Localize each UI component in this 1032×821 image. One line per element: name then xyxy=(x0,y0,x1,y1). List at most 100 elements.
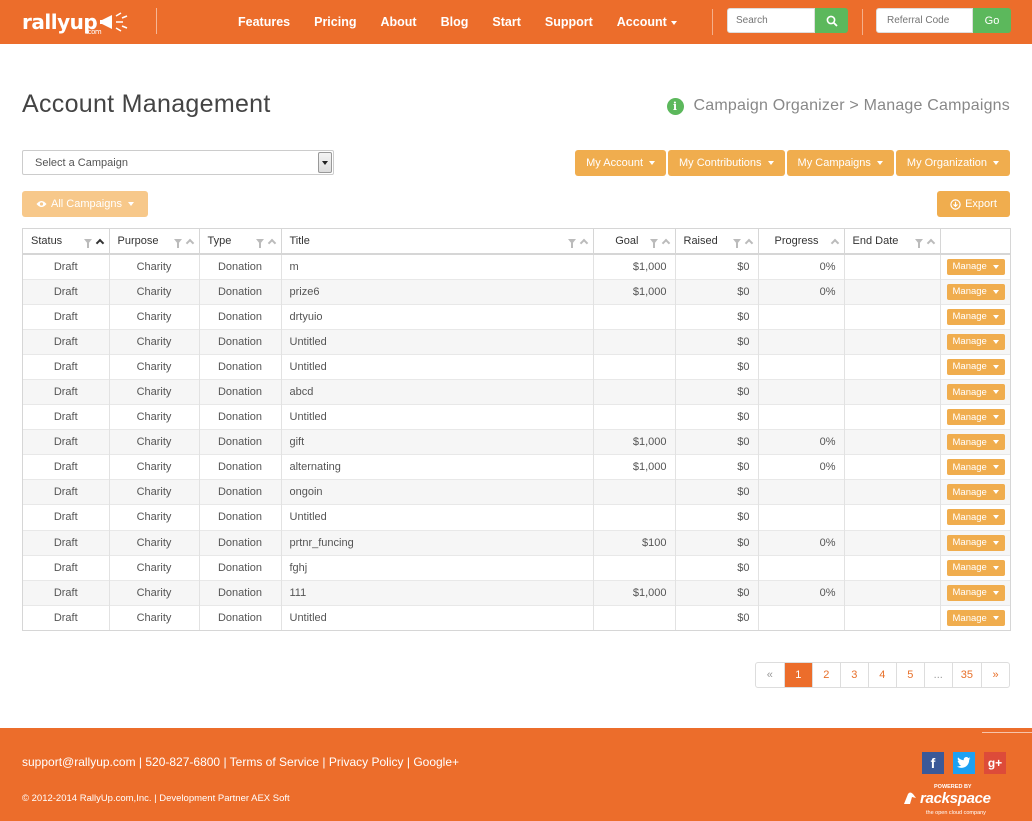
filter-icon[interactable] xyxy=(255,239,264,248)
filter-icon[interactable] xyxy=(567,239,576,248)
select-arrow-icon[interactable] xyxy=(318,152,332,173)
cell-title-link[interactable]: 111 xyxy=(280,579,593,606)
manage-button[interactable]: Manage xyxy=(946,610,1005,627)
sort-icon[interactable] xyxy=(830,238,839,248)
col-progress[interactable]: Progress xyxy=(757,229,844,255)
pagination-page-3[interactable]: 3 xyxy=(839,663,868,687)
nav-start[interactable]: Start xyxy=(492,15,520,29)
caret-down-icon xyxy=(992,616,999,621)
sort-icon[interactable] xyxy=(267,238,276,248)
manage-button[interactable]: Manage xyxy=(946,358,1005,375)
pagination-prev[interactable]: « xyxy=(756,663,784,687)
cell-end-date xyxy=(843,479,940,505)
sort-icon[interactable] xyxy=(661,238,670,248)
my-account-button[interactable]: My Account xyxy=(575,150,666,176)
pagination-page-last[interactable]: 35 xyxy=(951,663,981,687)
manage-button[interactable]: Manage xyxy=(946,434,1005,451)
info-icon[interactable]: i xyxy=(666,97,684,115)
campaign-select[interactable]: Select a Campaign xyxy=(22,150,334,175)
col-purpose[interactable]: Purpose xyxy=(108,229,199,255)
nav-features[interactable]: Features xyxy=(238,15,290,29)
manage-button[interactable]: Manage xyxy=(946,534,1005,551)
footer-privacy-link[interactable]: Privacy Policy xyxy=(329,755,404,769)
cell-end-date xyxy=(843,404,940,430)
rallyup-logo[interactable]: rallyup .com xyxy=(22,8,130,36)
pagination-page-2[interactable]: 2 xyxy=(811,663,840,687)
cell-title-link[interactable]: fghj xyxy=(280,554,593,581)
cell-title-link[interactable]: Untitled xyxy=(280,353,593,380)
cell-title-link[interactable]: abcd xyxy=(280,378,593,405)
caret-down-icon xyxy=(649,161,655,165)
filter-icon[interactable] xyxy=(914,239,923,248)
pagination-page-1[interactable]: 1 xyxy=(783,663,812,687)
manage-button[interactable]: Manage xyxy=(946,308,1005,325)
sort-icon[interactable] xyxy=(926,238,935,248)
cell-title-link[interactable]: alternating xyxy=(280,454,593,480)
sort-icon[interactable] xyxy=(579,238,588,248)
facebook-icon[interactable]: f xyxy=(922,752,944,774)
table-row: Draft Charity Donation Untitled $0 Manage xyxy=(23,353,1010,380)
filter-icon[interactable] xyxy=(83,239,92,248)
col-raised[interactable]: Raised xyxy=(674,229,758,255)
breadcrumb-text[interactable]: Campaign Organizer > Manage Campaigns xyxy=(694,97,1010,115)
footer-terms-link[interactable]: Terms of Service xyxy=(230,755,319,769)
my-organization-label: My Organization xyxy=(906,157,987,169)
pagination-page-5[interactable]: 5 xyxy=(895,663,924,687)
sort-asc-icon[interactable] xyxy=(95,238,104,248)
nav-blog[interactable]: Blog xyxy=(441,15,469,29)
footer-email-link[interactable]: support@rallyup.com xyxy=(22,755,136,769)
col-end-date[interactable]: End Date xyxy=(843,229,940,255)
all-campaigns-filter-button[interactable]: All Campaigns xyxy=(22,191,148,217)
manage-button[interactable]: Manage xyxy=(946,559,1005,576)
manage-button[interactable]: Manage xyxy=(946,509,1005,526)
cell-title-link[interactable]: prtnr_funcing xyxy=(280,529,593,556)
col-status[interactable]: Status xyxy=(23,229,109,255)
manage-button[interactable]: Manage xyxy=(946,333,1005,350)
nav-pricing[interactable]: Pricing xyxy=(314,15,356,29)
cell-title-link[interactable]: Untitled xyxy=(280,328,593,355)
col-goal[interactable]: Goal xyxy=(592,229,675,255)
my-organization-button[interactable]: My Organization xyxy=(895,150,1010,176)
filter-icon[interactable] xyxy=(732,239,741,248)
cell-title-link[interactable]: prize6 xyxy=(280,278,593,305)
manage-button[interactable]: Manage xyxy=(946,384,1005,401)
search-button[interactable] xyxy=(815,8,848,33)
nav-support[interactable]: Support xyxy=(545,15,593,29)
my-campaigns-button[interactable]: My Campaigns xyxy=(786,150,894,176)
pagination-next[interactable]: » xyxy=(981,663,1009,687)
cell-title-link[interactable]: Untitled xyxy=(280,604,593,631)
filter-icon[interactable] xyxy=(649,239,658,248)
my-contributions-button[interactable]: My Contributions xyxy=(668,150,785,176)
search-input[interactable] xyxy=(727,8,815,33)
manage-button[interactable]: Manage xyxy=(946,459,1005,476)
cell-title-link[interactable]: gift xyxy=(280,429,593,455)
col-title[interactable]: Title xyxy=(280,229,593,255)
cell-status: Draft xyxy=(23,579,109,606)
sort-icon[interactable] xyxy=(185,238,194,248)
pagination-page-4[interactable]: 4 xyxy=(867,663,896,687)
cell-title-link[interactable]: drtyuio xyxy=(280,303,593,330)
referral-code-input[interactable] xyxy=(876,8,973,33)
cell-title-link[interactable]: ongoin xyxy=(280,479,593,505)
cell-title-link[interactable]: Untitled xyxy=(280,404,593,430)
export-button[interactable]: Export xyxy=(937,191,1010,217)
sort-icon[interactable] xyxy=(744,238,753,248)
table-row: Draft Charity Donation gift $1,000 $0 0% Manage xyxy=(23,429,1010,455)
google-plus-icon[interactable]: g+ xyxy=(984,752,1006,774)
cell-title-link[interactable]: m xyxy=(280,253,593,280)
manage-button[interactable]: Manage xyxy=(946,584,1005,601)
cell-title-link[interactable]: Untitled xyxy=(280,504,593,531)
rackspace-logo[interactable]: POWERED BY rackspace the open cloud comp… xyxy=(902,784,1012,818)
manage-button[interactable]: Manage xyxy=(946,258,1005,275)
manage-label: Manage xyxy=(952,261,987,273)
filter-icon[interactable] xyxy=(173,239,182,248)
referral-go-button[interactable]: Go xyxy=(973,8,1011,33)
manage-button[interactable]: Manage xyxy=(946,409,1005,426)
nav-account-dropdown[interactable]: Account xyxy=(617,15,677,29)
footer-google-link[interactable]: Google+ xyxy=(413,755,459,769)
manage-button[interactable]: Manage xyxy=(946,283,1005,300)
manage-button[interactable]: Manage xyxy=(946,484,1005,501)
nav-about[interactable]: About xyxy=(380,15,416,29)
twitter-icon[interactable] xyxy=(953,752,975,774)
col-type[interactable]: Type xyxy=(198,229,281,255)
